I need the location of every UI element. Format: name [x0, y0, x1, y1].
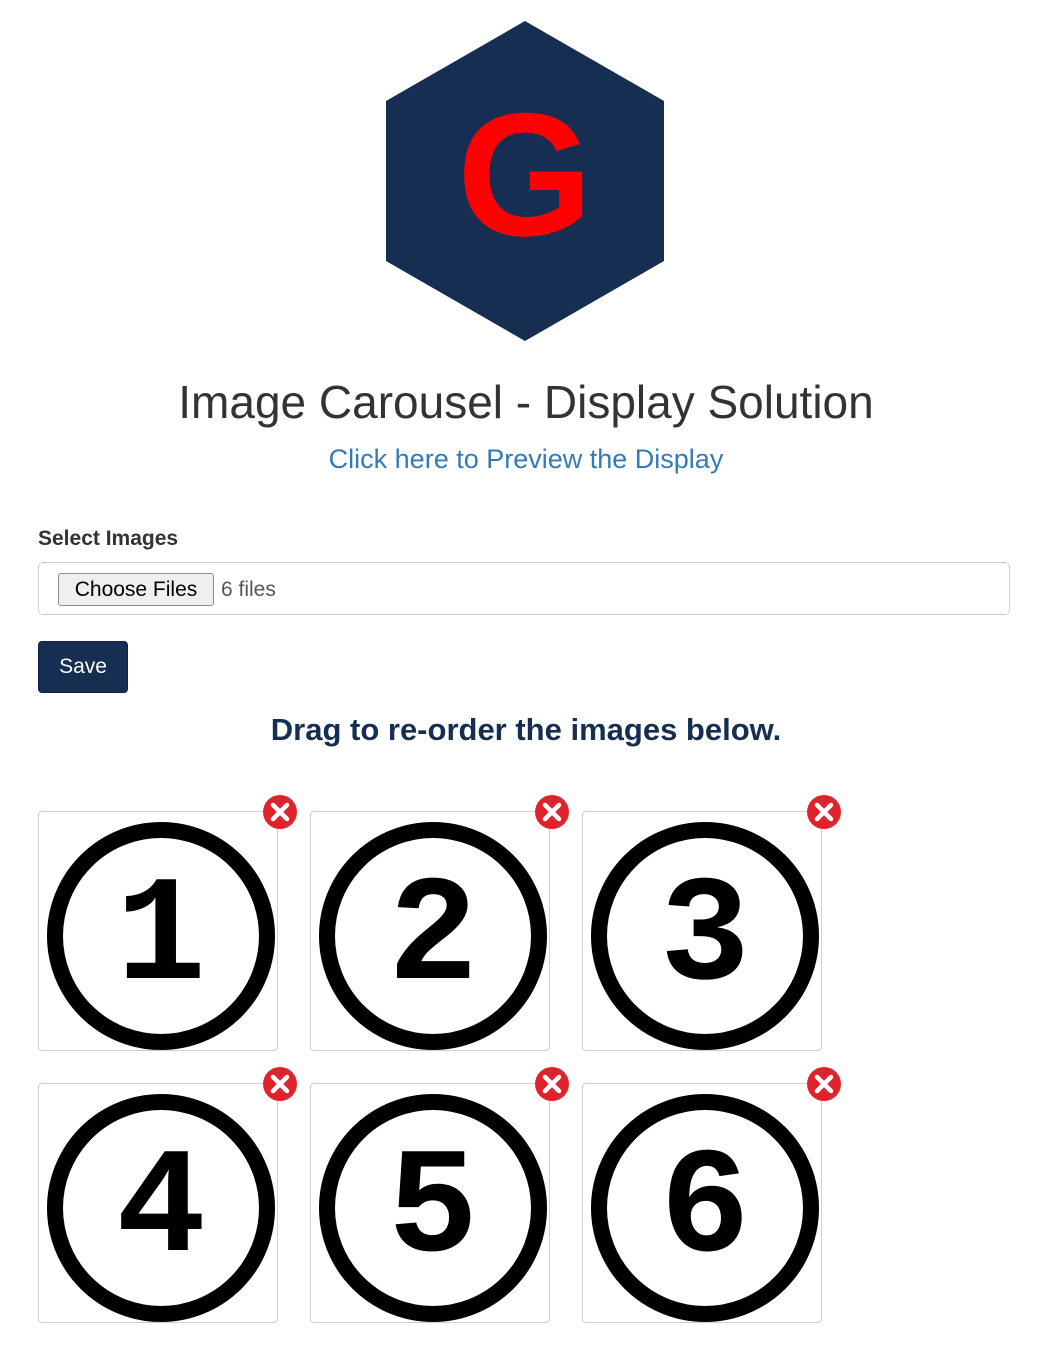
select-images-label: Select Images	[38, 527, 179, 550]
remove-image-button[interactable]	[534, 1066, 570, 1102]
image-thumbnail[interactable]: 6	[582, 1083, 822, 1323]
thumbnail-number: 6	[660, 1126, 750, 1296]
number-2-circle-icon: 2	[319, 822, 547, 1050]
hexagon-logo-icon: G	[386, 21, 664, 341]
remove-image-button[interactable]	[534, 794, 570, 830]
remove-image-button[interactable]	[262, 1066, 298, 1102]
thumbnail-number: 5	[388, 1126, 478, 1296]
number-1-circle-icon: 1	[47, 822, 275, 1050]
thumbnail-number: 3	[660, 854, 750, 1024]
remove-image-button[interactable]	[806, 794, 842, 830]
remove-x-circle-icon	[535, 795, 569, 829]
remove-x-circle-icon	[263, 1067, 297, 1101]
number-4-circle-icon: 4	[47, 1094, 275, 1322]
remove-x-circle-icon	[263, 795, 297, 829]
image-thumbnail[interactable]: 2	[310, 811, 550, 1051]
choose-files-button[interactable]: Choose Files	[58, 573, 214, 606]
thumbnail-number: 2	[388, 854, 478, 1024]
image-thumbnail[interactable]: 3	[582, 811, 822, 1051]
save-button[interactable]: Save	[38, 641, 128, 693]
thumbnail-number: 4	[116, 1126, 206, 1296]
number-6-circle-icon: 6	[591, 1094, 819, 1322]
logo: G	[385, 20, 665, 342]
file-count-text: 6 files	[221, 578, 276, 601]
number-5-circle-icon: 5	[319, 1094, 547, 1322]
file-input[interactable]: Choose Files 6 files	[38, 562, 1010, 615]
preview-display-link[interactable]: Click here to Preview the Display	[0, 440, 1052, 478]
image-thumbnail[interactable]: 5	[310, 1083, 550, 1323]
reorder-instructions: Drag to re-order the images below.	[270, 712, 782, 747]
number-3-circle-icon: 3	[591, 822, 819, 1050]
remove-x-circle-icon	[807, 795, 841, 829]
page-title: Image Carousel - Display Solution	[178, 376, 874, 428]
remove-image-button[interactable]	[262, 794, 298, 830]
logo-letter: G	[457, 78, 593, 273]
image-thumbnail[interactable]: 1	[38, 811, 278, 1051]
remove-x-circle-icon	[807, 1067, 841, 1101]
remove-image-button[interactable]	[806, 1066, 842, 1102]
thumbnail-number: 1	[116, 854, 206, 1024]
remove-x-circle-icon	[535, 1067, 569, 1101]
image-thumbnail[interactable]: 4	[38, 1083, 278, 1323]
